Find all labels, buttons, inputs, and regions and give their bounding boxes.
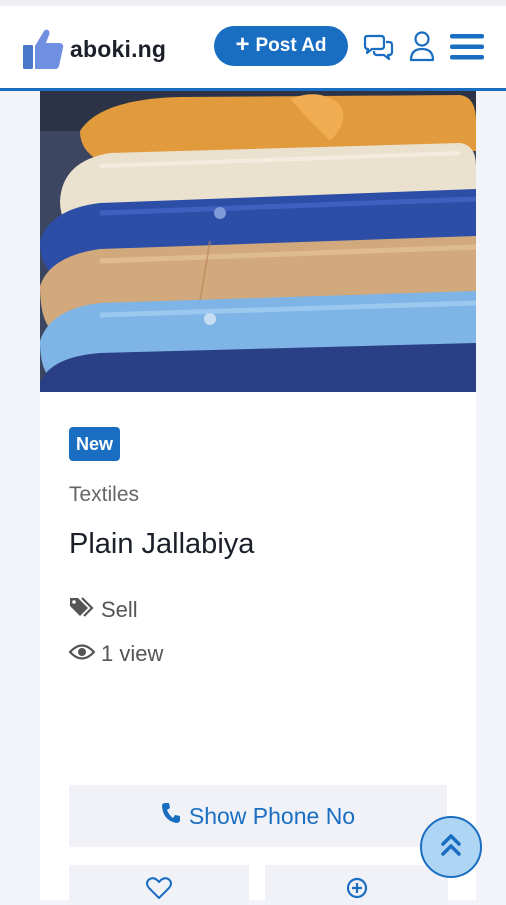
show-phone-button[interactable]: Show Phone No [69, 785, 447, 847]
site-header: aboki.ng + Post Ad [0, 6, 506, 91]
phone-icon [161, 802, 181, 830]
tags-icon [69, 596, 95, 624]
double-chevron-up-icon [440, 832, 462, 863]
user-icon[interactable] [409, 30, 435, 67]
post-ad-label: Post Ad [255, 35, 327, 56]
listing-type-label: Sell [101, 597, 138, 622]
condition-badge: New [69, 427, 120, 461]
show-phone-label: Show Phone No [188, 802, 356, 829]
plus-icon: + [235, 31, 250, 58]
post-ad-button[interactable]: + Post Ad [214, 26, 348, 66]
scroll-to-top-button[interactable] [420, 816, 482, 878]
listing-photo[interactable] [40, 91, 476, 392]
chat-icon[interactable] [362, 34, 394, 67]
eye-icon [68, 641, 96, 667]
plus-circle-icon [346, 877, 368, 905]
listing-title[interactable]: Plain Jallabiya [69, 528, 254, 561]
listing-card: New Textiles Plain Jallabiya Sell 1 view [40, 91, 476, 905]
listing-type: Sell [69, 596, 138, 624]
favorite-button[interactable] [69, 865, 249, 905]
brand-name: aboki.ng [70, 35, 167, 62]
share-button[interactable] [265, 865, 448, 905]
listing-category[interactable]: Textiles [69, 483, 139, 507]
views-count: 1 view [101, 641, 164, 666]
thumbs-up-logo-icon [22, 28, 64, 70]
logo[interactable]: aboki.ng [22, 28, 166, 70]
listing-views: 1 view [68, 641, 164, 667]
menu-icon[interactable] [450, 33, 484, 66]
heart-icon [146, 877, 172, 905]
